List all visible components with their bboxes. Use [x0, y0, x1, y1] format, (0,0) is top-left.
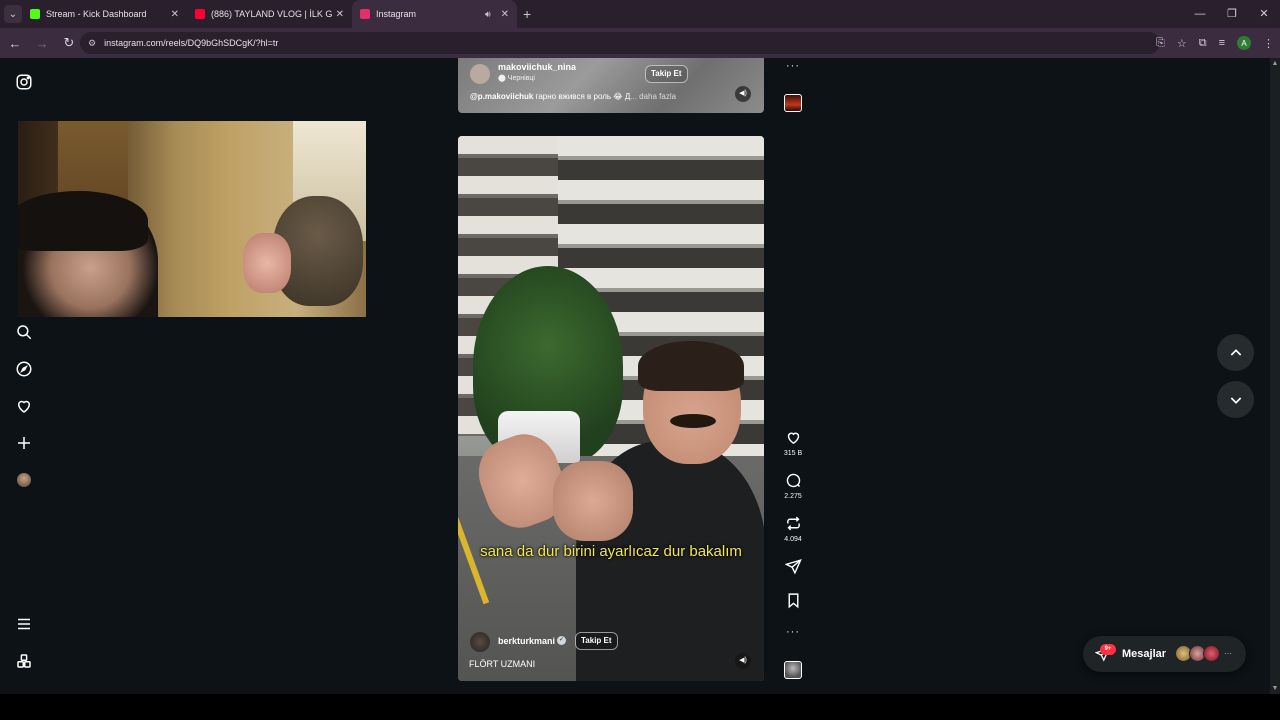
reel-current[interactable]: sana da dur birini ayarlıcaz dur bakalım…	[458, 136, 764, 681]
minimize-icon[interactable]: —	[1184, 0, 1216, 28]
tab-title: Instagram	[376, 9, 417, 19]
comment-icon	[786, 473, 800, 488]
speaker-icon[interactable]: 🔊︎	[485, 9, 491, 20]
chevron-down-icon	[1230, 396, 1241, 404]
video-subtitle: sana da dur birini ayarlıcaz dur bakalım	[480, 543, 742, 560]
tab-youtube-vlog[interactable]: (886) TAYLAND VLOG | İLK GÜN ✕	[187, 0, 352, 28]
instagram-logo-icon[interactable]	[15, 73, 33, 91]
chevron-down-icon: ⌄	[8, 8, 18, 20]
reel-author-avatar[interactable]	[470, 632, 490, 652]
back-icon[interactable]: ←	[3, 36, 27, 51]
next-reel-button[interactable]	[1217, 381, 1254, 418]
chevron-up-icon	[1230, 348, 1241, 356]
like-button[interactable]: 315 B	[776, 429, 810, 457]
reel-person-mustache	[670, 414, 716, 428]
tab-kick-dashboard[interactable]: Stream - Kick Dashboard ✕	[22, 0, 187, 28]
instagram-favicon-icon	[360, 9, 370, 19]
restore-icon[interactable]: ❐	[1216, 0, 1248, 28]
messages-badge: 9+	[1100, 644, 1116, 655]
repost-count: 4.094	[784, 536, 802, 543]
webcam-person-hair	[18, 191, 148, 251]
browser-tab-strip: ⌄ Stream - Kick Dashboard ✕ (886) TAYLAN…	[0, 0, 1280, 28]
more-options-icon[interactable]: ···	[776, 60, 810, 72]
share-icon	[784, 559, 802, 575]
profile-avatar[interactable]	[17, 473, 31, 487]
window-controls: — ❐ ✕	[1184, 0, 1280, 28]
create-plus-icon[interactable]	[15, 434, 33, 452]
more-avatars-icon: ···	[1224, 649, 1232, 658]
previous-reel-button[interactable]	[1217, 334, 1254, 371]
avatar	[1203, 645, 1220, 662]
repost-icon	[786, 516, 800, 531]
reel-previous[interactable]: makoviichuk_nina ⬤ Чернівці Takip Et @p.…	[458, 58, 764, 113]
hamburger-menu-icon[interactable]	[15, 615, 33, 633]
comment-button[interactable]: 2.275	[776, 472, 810, 500]
reel-author-avatar[interactable]	[470, 64, 490, 84]
reel-location[interactable]: ⬤ Чернівці	[498, 74, 535, 82]
close-tab-icon[interactable]: ✕	[171, 9, 179, 20]
url-text: instagram.com/reels/DQ9bGhSDCgK/?hl=tr	[104, 38, 279, 48]
repost-button[interactable]: 4.094	[776, 515, 810, 543]
kick-favicon-icon	[30, 9, 40, 19]
reel-caption[interactable]: @p.makoviichuk гарно вжився в роль 😂 Д..…	[470, 92, 676, 101]
profile-avatar[interactable]: A	[1237, 36, 1251, 50]
bookmark-star-icon[interactable]: ☆	[1177, 37, 1187, 50]
save-button[interactable]	[776, 592, 810, 609]
heart-icon	[787, 432, 799, 445]
close-window-icon[interactable]: ✕	[1248, 0, 1280, 28]
reel-person-hair	[638, 341, 744, 391]
speaker-icon[interactable]: ◀︎)	[735, 653, 751, 669]
extensions-icon[interactable]: ⧉	[1199, 37, 1207, 50]
audio-thumbnail[interactable]	[784, 94, 802, 112]
follow-button[interactable]: Takip Et	[645, 65, 688, 83]
browser-toolbar: ← → ↻ ⚙ instagram.com/reels/DQ9bGhSDCgK/…	[0, 28, 1280, 58]
youtube-favicon-icon	[195, 9, 205, 19]
forward-icon[interactable]: →	[30, 36, 54, 51]
follow-button[interactable]: Takip Et	[575, 632, 618, 650]
more-options-icon[interactable]: ···	[776, 626, 810, 638]
scroll-up-icon[interactable]: ▲	[1270, 60, 1280, 67]
location-pin-icon: ⬤	[498, 75, 508, 82]
kebab-menu-icon[interactable]: ⋮	[1263, 37, 1274, 50]
reel-person-hand	[553, 461, 633, 541]
site-settings-icon[interactable]: ⚙	[88, 38, 96, 49]
taskbar-strip	[0, 694, 1280, 720]
like-count: 315 B	[783, 450, 803, 457]
bookmark-icon	[788, 593, 798, 609]
scroll-down-icon[interactable]: ▼	[1270, 685, 1280, 692]
reel-author-username[interactable]: makoviichuk_nina	[498, 62, 576, 72]
address-bar[interactable]: ⚙ instagram.com/reels/DQ9bGhSDCgK/?hl=tr	[80, 32, 1160, 54]
messages-label: Mesajlar	[1122, 648, 1167, 660]
reel-actions: ··· 315 B 2.275 4.094 ···	[776, 58, 810, 694]
speaker-icon[interactable]: ◀︎)	[735, 86, 751, 102]
explore-compass-icon[interactable]	[15, 360, 33, 378]
tab-title: Stream - Kick Dashboard	[46, 9, 147, 19]
tab-search-button[interactable]: ⌄	[4, 5, 22, 23]
tab-title: (886) TAYLAND VLOG | İLK GÜN	[211, 9, 332, 19]
reload-icon[interactable]: ↻	[57, 35, 81, 51]
page-scrollbar[interactable]: ▲ ▼	[1270, 58, 1280, 694]
search-icon[interactable]	[15, 323, 33, 341]
more-link: ... daha fazla	[630, 92, 677, 101]
webcam-overlay	[18, 121, 366, 317]
reel-author-username[interactable]: berkturkmani	[498, 636, 555, 646]
verified-badge-icon: ✓	[557, 636, 566, 645]
message-avatars[interactable]: ···	[1175, 645, 1232, 662]
comment-count: 2.275	[784, 493, 802, 500]
new-tab-icon[interactable]: +	[523, 6, 531, 22]
tab-instagram[interactable]: Instagram 🔊︎ ✕	[352, 0, 517, 28]
close-tab-icon[interactable]: ✕	[501, 9, 509, 20]
reel-caption[interactable]: FLÖRT UZMANI	[469, 659, 535, 669]
close-tab-icon[interactable]: ✕	[336, 9, 344, 20]
audio-thumbnail[interactable]	[784, 661, 802, 679]
media-control-icon[interactable]: ≡	[1219, 37, 1225, 49]
share-button[interactable]	[776, 558, 810, 575]
webcam-hand	[243, 233, 291, 293]
toolbar-actions: ⎘ ☆ ⧉ ≡ A ⋮	[1156, 28, 1274, 58]
notifications-heart-icon[interactable]	[15, 397, 33, 415]
cast-icon[interactable]: ⎘	[1156, 37, 1165, 50]
also-from-meta-icon[interactable]	[15, 652, 33, 670]
